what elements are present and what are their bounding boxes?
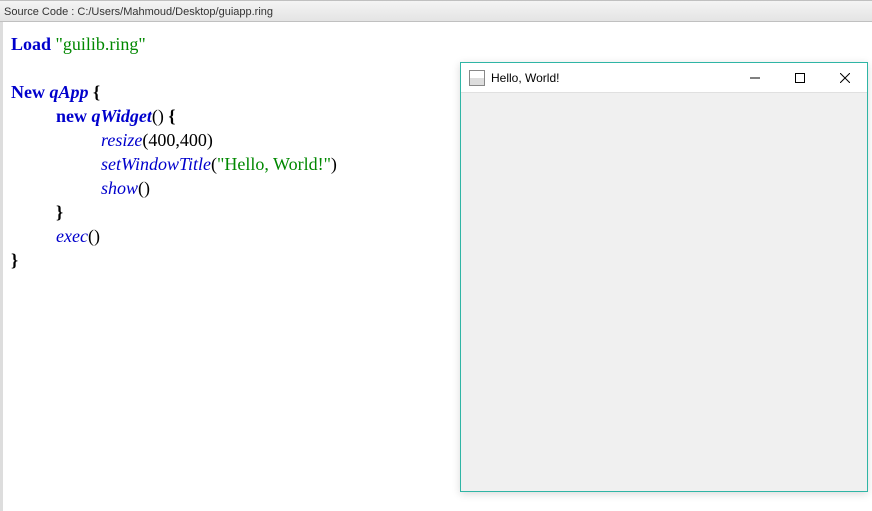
minimize-icon — [750, 73, 760, 83]
app-window: Hello, World! — [460, 62, 868, 492]
close-button[interactable] — [822, 63, 867, 93]
string-literal: "Hello, World!" — [217, 154, 331, 174]
client-area — [461, 93, 867, 491]
source-tab[interactable]: Source Code : C:/Users/Mahmoud/Desktop/g… — [0, 0, 872, 22]
titlebar[interactable]: Hello, World! — [461, 63, 867, 93]
code-line: Load "guilib.ring" — [11, 32, 864, 56]
maximize-icon — [795, 73, 805, 83]
string-literal: "guilib.ring" — [56, 34, 146, 54]
class-qapp: qApp — [50, 82, 89, 102]
args: () — [138, 178, 150, 198]
brace-close: } — [56, 202, 63, 222]
method-setwindowtitle: setWindowTitle — [101, 154, 211, 174]
keyword-load: Load — [11, 34, 51, 54]
args: (400,400) — [142, 130, 213, 150]
source-tab-label: Source Code : C:/Users/Mahmoud/Desktop/g… — [4, 6, 273, 18]
keyword-new: new — [56, 106, 87, 126]
window-controls — [732, 63, 867, 92]
minimize-button[interactable] — [732, 63, 777, 93]
paren-close: ) — [331, 154, 337, 174]
brace-close: } — [11, 250, 18, 270]
brace-open: { — [168, 106, 175, 126]
method-show: show — [101, 178, 138, 198]
app-icon — [469, 70, 485, 86]
close-icon — [840, 73, 850, 83]
maximize-button[interactable] — [777, 63, 822, 93]
brace-open: { — [93, 82, 100, 102]
method-exec: exec — [56, 226, 88, 246]
paren: () — [152, 106, 164, 126]
method-resize: resize — [101, 130, 142, 150]
keyword-new: New — [11, 82, 45, 102]
args: () — [88, 226, 100, 246]
window-title: Hello, World! — [491, 71, 732, 85]
class-qwidget: qWidget — [92, 106, 152, 126]
